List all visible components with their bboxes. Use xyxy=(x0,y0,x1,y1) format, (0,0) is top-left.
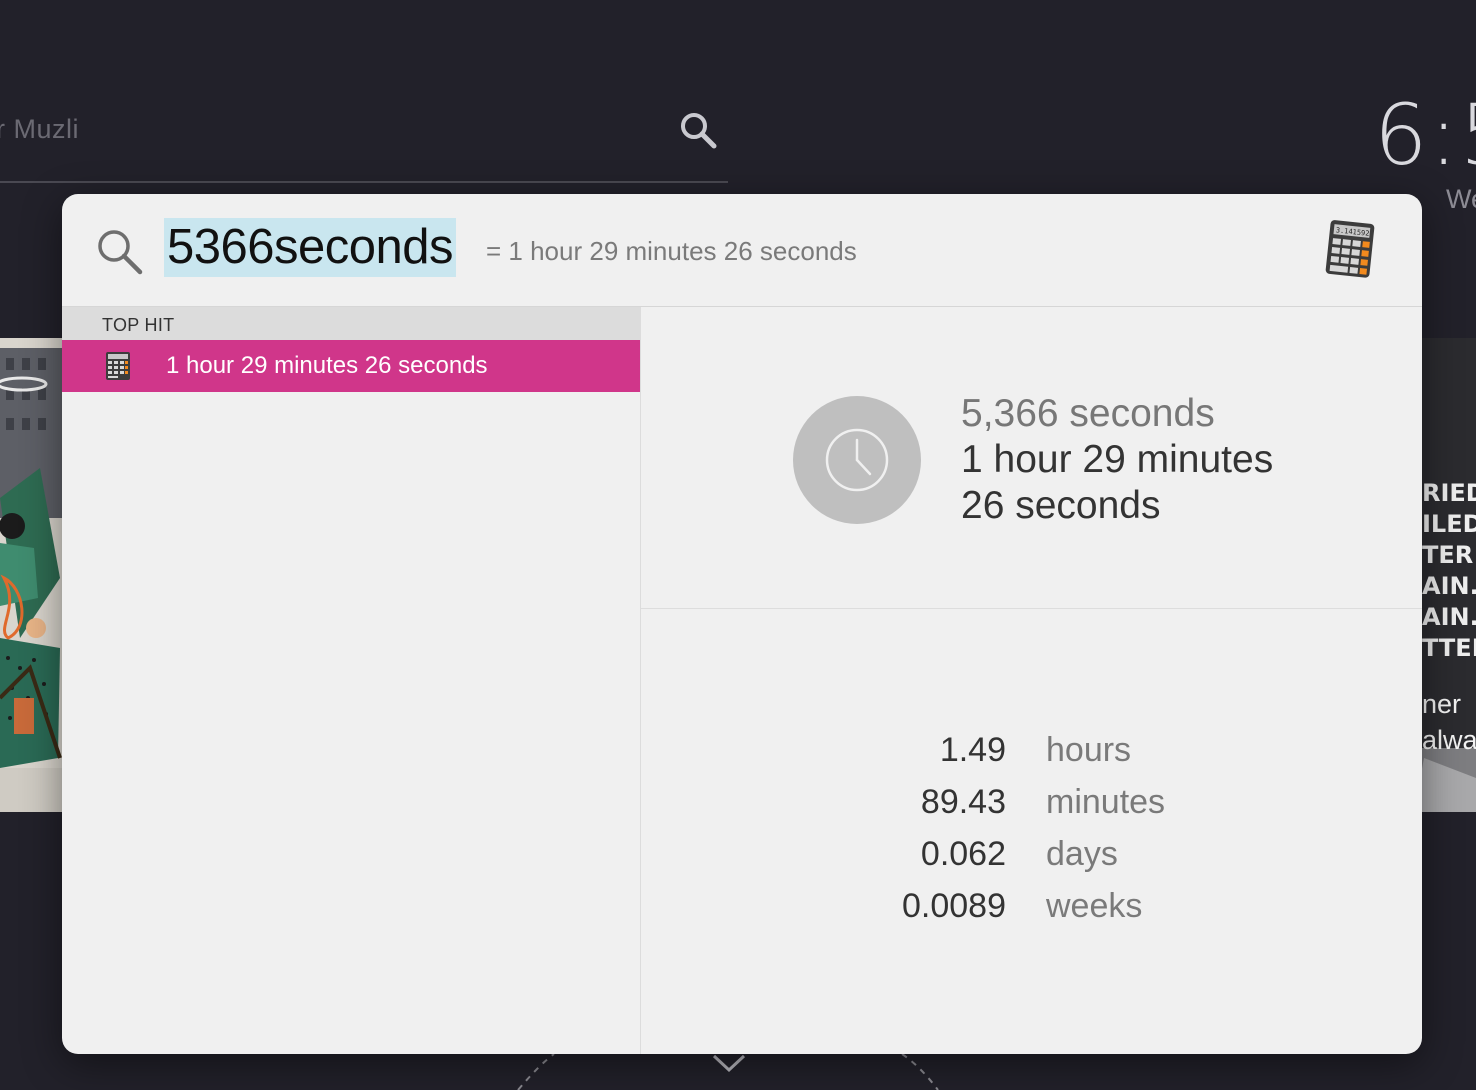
results-list: TOP HIT 1 hour 29 minutes 26 seconds xyxy=(62,307,641,1054)
conversion-unit: days xyxy=(1046,835,1118,873)
calculator-icon: 3.141592 xyxy=(1325,220,1375,278)
background-clock: 6:5 xyxy=(1374,86,1476,184)
background-card-left[interactable] xyxy=(0,338,70,812)
conversion-value: 1.49 xyxy=(939,731,1006,769)
conversion-unit: minutes xyxy=(1046,783,1166,821)
conversion-row: 0.0089 weeks xyxy=(641,883,1422,935)
preview-pane: 5,366 seconds 1 hour 29 minutes 26 secon… xyxy=(641,307,1422,1054)
poster-text: RIED. ILED. TER. AIN. AIN. TTER. xyxy=(1422,479,1476,662)
conversion-table: 1.49 hours 89.43 minutes 0.062 days 0.00… xyxy=(641,727,1422,935)
background-search-placeholder: r Muzli xyxy=(0,114,79,144)
section-header: TOP HIT xyxy=(62,307,640,340)
illustration-thumbnail xyxy=(0,338,70,812)
clock-icon xyxy=(793,396,921,524)
preview-summary: 5,366 seconds 1 hour 29 minutes 26 secon… xyxy=(641,307,1422,609)
top-hit-label: 1 hour 29 minutes 26 seconds xyxy=(166,352,488,379)
conversion-unit: weeks xyxy=(1046,887,1143,925)
spotlight-search-bar: 5366seconds = 1 hour 29 minutes 26 secon… xyxy=(62,194,1422,307)
input-amount: 5,366 seconds xyxy=(961,392,1215,435)
inline-result: = 1 hour 29 minutes 26 seconds xyxy=(486,236,857,266)
background-date: We xyxy=(1446,184,1476,214)
search-icon xyxy=(98,230,143,275)
spotlight-panel: 5366seconds = 1 hour 29 minutes 26 secon… xyxy=(62,194,1422,1054)
conversion-unit: hours xyxy=(1046,731,1132,769)
conversion-value: 0.0089 xyxy=(902,887,1006,925)
search-icon[interactable] xyxy=(676,108,720,152)
conversion-row: 0.062 days xyxy=(641,831,1422,883)
conversion-row: 1.49 hours xyxy=(641,727,1422,779)
conversion-summary: 5,366 seconds 1 hour 29 minutes 26 secon… xyxy=(961,391,1273,529)
calculator-icon xyxy=(106,352,130,380)
conversion-value: 0.062 xyxy=(920,835,1006,873)
background-card-right[interactable]: RIED. ILED. TER. AIN. AIN. TTER. ner alw… xyxy=(1414,338,1476,812)
top-hit-row[interactable]: 1 hour 29 minutes 26 seconds xyxy=(62,340,640,392)
background-search-bar[interactable]: r Muzli xyxy=(0,80,728,183)
result-line: 1 hour 29 minutes xyxy=(961,438,1274,481)
conversion-value: 89.43 xyxy=(920,783,1006,821)
search-input[interactable]: 5366seconds xyxy=(164,218,457,277)
poster-caption: ner alwa xyxy=(1422,689,1476,755)
conversion-row: 89.43 minutes xyxy=(641,779,1422,831)
result-line: 26 seconds xyxy=(961,484,1161,527)
